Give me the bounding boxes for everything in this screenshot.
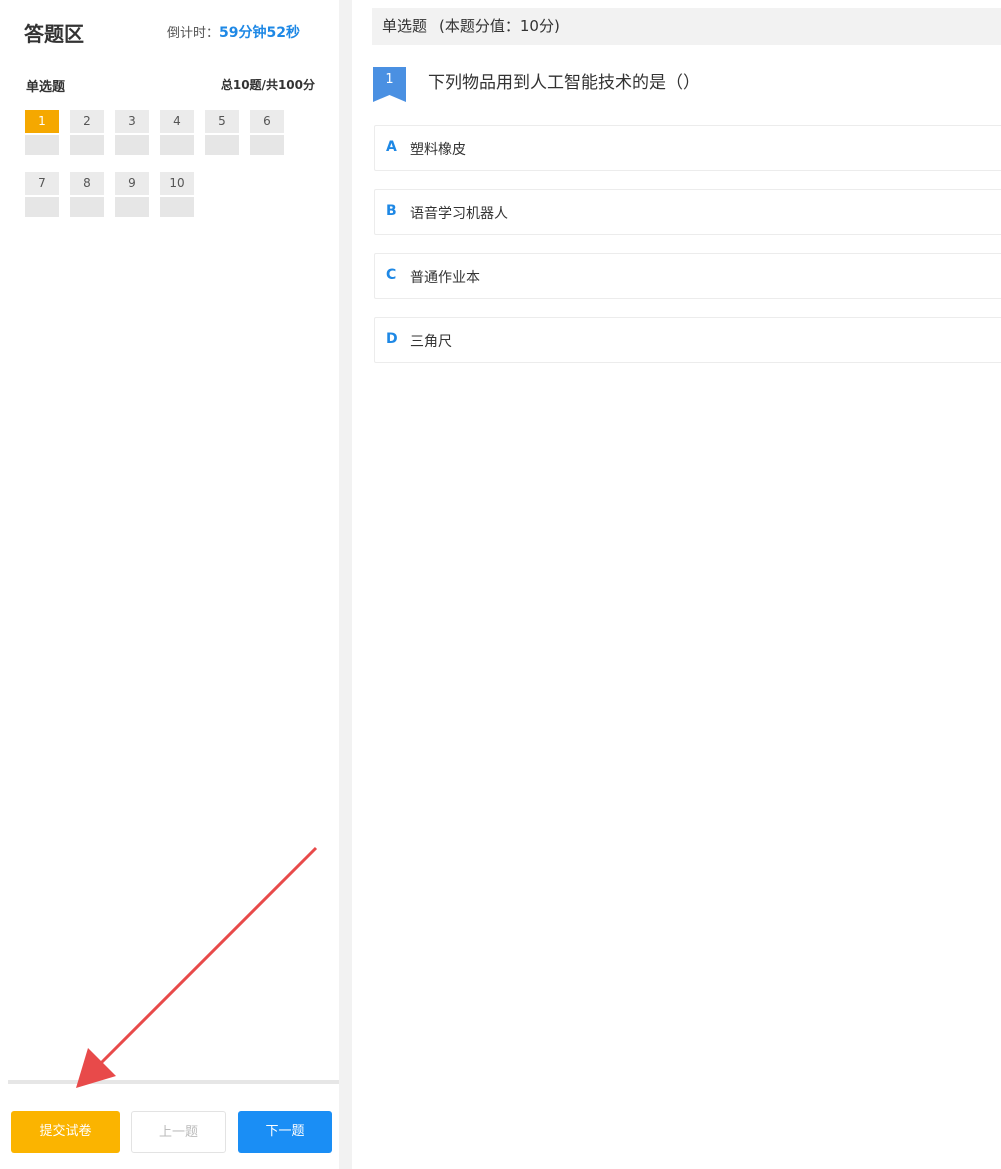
question-nav-10[interactable]: 10 (160, 172, 194, 217)
option-text: 语音学习机器人 (410, 206, 508, 222)
panel-title: 答题区 (24, 22, 84, 46)
section-title: 单选题 (26, 80, 66, 95)
option-text: 塑料橡皮 (410, 142, 466, 158)
question-header: 单选题 (本题分值：10分) (372, 8, 1001, 45)
option-letter: C (386, 267, 397, 283)
section-total: 总10题/共100分 (220, 78, 315, 92)
question-nav-7[interactable]: 7 (25, 172, 59, 217)
answer-sheet-panel: 答题区 倒计时：59分钟52秒 单选题 总10题/共100分 1 2 3 4 5… (0, 0, 339, 1169)
option-letter: D (386, 331, 398, 347)
timer-label: 倒计时： (167, 26, 220, 41)
option-c[interactable]: C 普通作业本 (374, 253, 1001, 299)
question-nav-3[interactable]: 3 (115, 110, 149, 155)
question-nav-1[interactable]: 1 (25, 110, 59, 155)
option-d[interactable]: D 三角尺 (374, 317, 1001, 363)
question-nav-9[interactable]: 9 (115, 172, 149, 217)
next-question-button[interactable]: 下一题 (238, 1111, 332, 1153)
question-nav-2[interactable]: 2 (70, 110, 104, 155)
question-number-badge: 1 (373, 67, 406, 102)
option-letter: A (386, 139, 397, 155)
question-text: 下列物品用到人工智能技术的是（） (428, 73, 700, 93)
question-points: (本题分值：10分) (439, 17, 560, 35)
question-nav-4[interactable]: 4 (160, 110, 194, 155)
option-a[interactable]: A 塑料橡皮 (374, 125, 1001, 171)
countdown-timer: 倒计时：59分钟52秒 (167, 22, 300, 42)
option-b[interactable]: B 语音学习机器人 (374, 189, 1001, 235)
timer-value: 59分钟52秒 (219, 25, 300, 41)
option-text: 普通作业本 (410, 270, 480, 286)
previous-question-button[interactable]: 上一题 (131, 1111, 226, 1153)
question-number: 1 (385, 72, 394, 87)
footer-divider (8, 1080, 339, 1084)
question-panel: 单选题 (本题分值：10分) 1 下列物品用到人工智能技术的是（） A 塑料橡皮 … (352, 0, 1001, 1169)
question-nav-5[interactable]: 5 (205, 110, 239, 155)
submit-exam-button[interactable]: 提交试卷 (11, 1111, 120, 1153)
question-nav-8[interactable]: 8 (70, 172, 104, 217)
option-letter: B (386, 203, 397, 219)
question-type: 单选题 (382, 17, 428, 35)
panel-divider (339, 0, 352, 1169)
question-nav-6[interactable]: 6 (250, 110, 284, 155)
option-text: 三角尺 (410, 334, 452, 350)
